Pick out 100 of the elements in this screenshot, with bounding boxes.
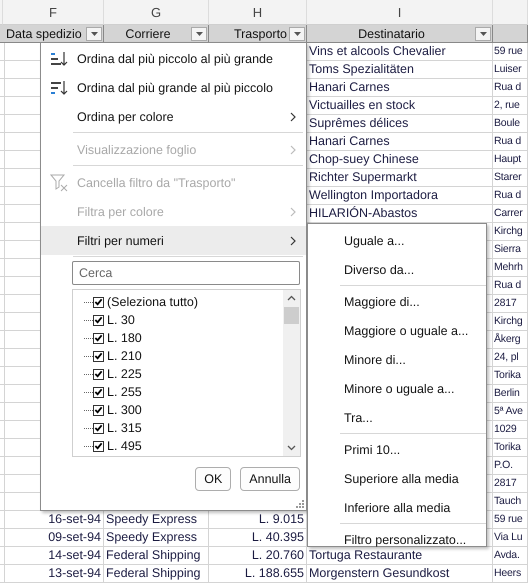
checkbox[interactable]: [93, 368, 104, 380]
table-cell: 09-set-94: [3, 529, 104, 547]
menu-item[interactable]: Primi 10...: [308, 435, 486, 464]
table-cell: Starer: [493, 169, 528, 187]
filter-dropdown-button[interactable]: [289, 26, 305, 40]
search-field[interactable]: Cerca: [72, 261, 300, 285]
table-cell: 14-set-94: [3, 547, 104, 565]
table-cell: Wellington Importadora: [307, 187, 493, 205]
table-cell: Luiser: [493, 61, 528, 79]
table-cell: Vins et alcools Chevalier: [307, 43, 493, 61]
table-cell: Boule: [493, 115, 528, 133]
value-label: L. 210: [107, 349, 142, 363]
table-cell: Torika: [493, 367, 528, 385]
table-cell: Rua d: [493, 187, 528, 205]
table-cell: Via Lu: [493, 529, 528, 547]
table-cell: 59 rue: [493, 43, 528, 61]
clear-filter-icon: [50, 174, 68, 192]
table-cell: Mehrh: [493, 259, 528, 277]
value-label: L. 255: [107, 385, 142, 399]
menu-item[interactable]: Tra...: [308, 403, 486, 432]
table-cell: Hanari Carnes: [307, 133, 493, 151]
filter-dropdown-button[interactable]: [191, 26, 207, 40]
menu-item[interactable]: Filtri per numeri: [41, 226, 306, 255]
chevron-right-icon: [290, 112, 296, 122]
caret-down-icon: [90, 32, 98, 36]
value-label: L. 180: [107, 331, 142, 345]
table-cell: Åkerg: [493, 331, 528, 349]
table-cell: L. 188.655: [209, 565, 307, 583]
scrollbar[interactable]: [283, 290, 300, 456]
value-label: L. 225: [107, 367, 142, 381]
sort-ascending-icon: [50, 50, 68, 66]
filter-dropdown-button[interactable]: [86, 26, 102, 40]
table-cell: Federal Shipping: [104, 547, 209, 565]
dialog-button[interactable]: Annulla: [240, 467, 300, 491]
resize-grip-icon[interactable]: [296, 500, 304, 508]
checkbox[interactable]: [93, 296, 104, 308]
value-label: L. 30: [107, 313, 135, 327]
chevron-right-icon: [290, 236, 296, 246]
table-cell: Rua d: [493, 277, 528, 295]
checkbox[interactable]: [93, 314, 104, 326]
filter-dropdown-button[interactable]: [475, 26, 491, 40]
sort-descending-icon: [50, 80, 68, 96]
header-label: Corriere: [124, 26, 172, 40]
menu-item[interactable]: Maggiore di...: [308, 287, 486, 316]
table-cell: Berlin: [493, 385, 528, 403]
checkbox[interactable]: [93, 440, 104, 452]
menu-item[interactable]: Ordina per colore: [41, 102, 306, 131]
table-cell: Torika: [493, 439, 528, 457]
table-cell: Rua d: [493, 79, 528, 97]
chevron-right-icon: [290, 206, 296, 216]
scroll-down-icon[interactable]: [287, 445, 296, 451]
table-cell: Speedy Express: [104, 529, 209, 547]
checkbox[interactable]: [93, 386, 104, 398]
value-label: (Seleziona tutto): [107, 295, 198, 309]
table-cell: Chop-suey Chinese: [307, 151, 493, 169]
header-label: Destinatario: [357, 26, 426, 40]
chevron-right-icon: [290, 144, 296, 154]
checkbox[interactable]: [93, 350, 104, 362]
table-cell: L. 20.760: [209, 547, 307, 565]
menu-item[interactable]: Minore di...: [308, 345, 486, 374]
table-cell: 24, pl: [493, 349, 528, 367]
checkbox[interactable]: [93, 422, 104, 434]
table-cell: Federal Shipping: [104, 565, 209, 583]
table-cell: Tauch: [493, 493, 528, 511]
column-header[interactable]: G: [104, 0, 209, 25]
table-cell: Haupt: [493, 151, 528, 169]
table-cell: Toms Spezialitäten: [307, 61, 493, 79]
menu-item[interactable]: Inferiore alla media: [308, 493, 486, 522]
table-cell: 5ª Ave: [493, 403, 528, 421]
table-cell: Morgenstern Gesundkost: [307, 565, 493, 583]
menu-item[interactable]: Superiore alla media: [308, 464, 486, 493]
column-header[interactable]: F: [3, 0, 104, 25]
menu-item[interactable]: Ordina dal più grande al più piccolo: [41, 73, 306, 102]
menu-item[interactable]: Ordina dal più piccolo al più grande: [41, 44, 306, 73]
table-cell: 2817: [493, 475, 528, 493]
table-cell: Richter Supermarkt: [307, 169, 493, 187]
column-header[interactable]: H: [209, 0, 307, 25]
table-cell: Kirchg: [493, 223, 528, 241]
table-cell: P.O.: [493, 457, 528, 475]
menu-item[interactable]: Uguale a...: [308, 226, 486, 255]
table-cell: 2817: [493, 295, 528, 313]
table-cell: Carrer: [493, 205, 528, 223]
table-cell: 1029: [493, 421, 528, 439]
value-label: L. 315: [107, 421, 142, 435]
menu-item[interactable]: Diverso da...: [308, 255, 486, 284]
dialog-button[interactable]: OK: [195, 467, 232, 491]
table-cell: Hanari Carnes: [307, 79, 493, 97]
checkbox[interactable]: [93, 404, 104, 416]
caret-down-icon: [480, 32, 486, 36]
table-cell: 2, rue: [493, 97, 528, 115]
menu-item[interactable]: Minore o uguale a...: [308, 374, 486, 403]
table-cell: Victuailles en stock: [307, 97, 493, 115]
table-cell: 13-set-94: [3, 565, 104, 583]
caret-down-icon: [294, 32, 300, 36]
scrollbar-thumb[interactable]: [284, 307, 299, 324]
scroll-up-icon[interactable]: [287, 295, 296, 301]
table-cell: Sierra: [493, 241, 528, 259]
menu-item[interactable]: Maggiore o uguale a...: [308, 316, 486, 345]
checkbox[interactable]: [93, 332, 104, 344]
column-header[interactable]: I: [307, 0, 493, 25]
